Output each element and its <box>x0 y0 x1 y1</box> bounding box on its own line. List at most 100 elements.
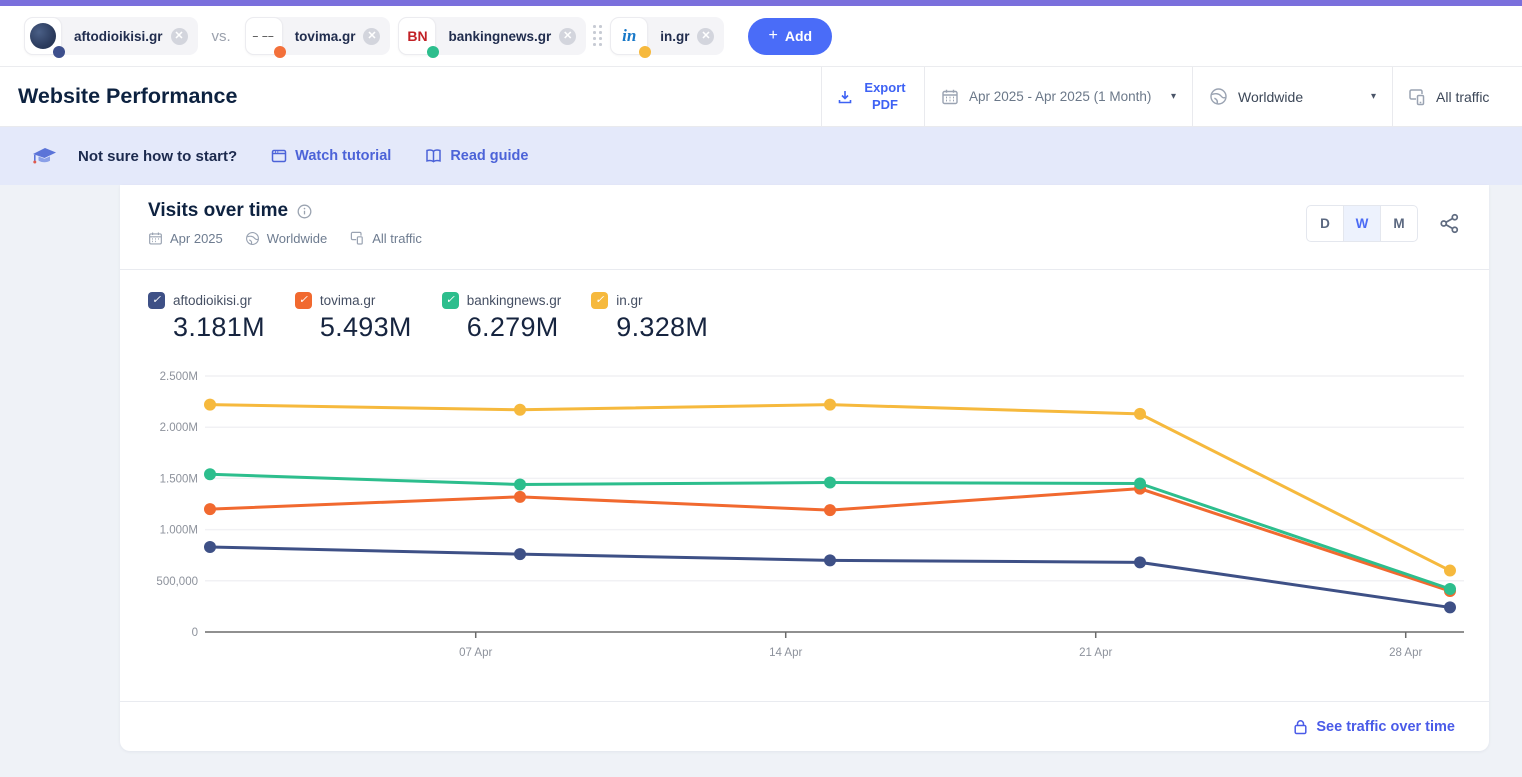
date-range-value: Apr 2025 - Apr 2025 (1 Month) <box>969 89 1161 104</box>
svg-text:2.000M: 2.000M <box>160 422 198 434</box>
export-pdf-label: Export PDF <box>861 80 909 113</box>
book-icon <box>425 148 442 164</box>
traffic-type-selector[interactable]: All traffic <box>1392 67 1522 126</box>
svg-text:1.000M: 1.000M <box>160 525 198 537</box>
granularity-week-button[interactable]: W <box>1343 205 1381 242</box>
series-color-dot <box>427 46 439 58</box>
onboarding-banner: Not sure how to start? Watch tutorial Re… <box>0 127 1522 185</box>
traffic-type-value: All traffic <box>1436 89 1489 105</box>
vs-label: vs. <box>212 28 231 45</box>
series-checkbox[interactable]: ✓ <box>295 292 312 309</box>
in-favicon-icon: in <box>622 26 636 46</box>
granularity-month-button[interactable]: M <box>1380 205 1418 242</box>
drag-handle-icon[interactable] <box>593 25 603 47</box>
svg-text:14 Apr: 14 Apr <box>769 647 802 659</box>
card-footer: See traffic over time <box>120 701 1489 751</box>
chevron-down-icon: ▾ <box>1371 91 1376 102</box>
calendar-icon <box>148 231 163 246</box>
see-traffic-link[interactable]: See traffic over time <box>1293 719 1455 735</box>
plus-icon: + <box>768 27 777 45</box>
site-chip-in[interactable]: in in.gr ✕ <box>610 17 724 55</box>
close-icon[interactable]: ✕ <box>697 28 714 45</box>
series-color-dot <box>274 46 286 58</box>
legend-total-visits: 5.493M <box>320 312 412 343</box>
devices-icon <box>1407 87 1427 107</box>
chevron-down-icon: ▾ <box>1171 91 1176 102</box>
series-checkbox[interactable]: ✓ <box>591 292 608 309</box>
close-icon[interactable]: ✕ <box>363 28 380 45</box>
legend-site-name: aftodioikisi.gr <box>173 293 252 308</box>
add-website-button[interactable]: + Add <box>748 18 832 55</box>
series-color-dot <box>639 46 651 58</box>
graduation-cap-icon <box>30 144 60 168</box>
chart-legend: ✓ aftodioikisi.gr 3.181M ✓ tovima.gr 5.4… <box>120 270 1489 360</box>
watch-tutorial-link[interactable]: Watch tutorial <box>271 148 391 164</box>
card-traffic-filter: All traffic <box>372 231 422 246</box>
site-chip-label: tovima.gr <box>283 29 364 44</box>
legend-item-in[interactable]: ✓ in.gr 9.328M <box>591 292 708 360</box>
legend-item-bankingnews[interactable]: ✓ bankingnews.gr 6.279M <box>442 292 562 360</box>
download-icon <box>837 89 853 105</box>
read-guide-label: Read guide <box>450 148 528 164</box>
close-icon[interactable]: ✕ <box>171 28 188 45</box>
watch-tutorial-label: Watch tutorial <box>295 148 391 164</box>
site-chip-label: in.gr <box>648 29 697 44</box>
svg-text:500,000: 500,000 <box>156 576 198 588</box>
banner-question: Not sure how to start? <box>78 148 237 165</box>
comparison-topbar: aftodioikisi.gr ✕ vs. ‒ ‒‒ tovima.gr ✕ B… <box>0 6 1522 67</box>
globe-favicon-icon <box>30 23 56 49</box>
card-title: Visits over time <box>148 200 288 222</box>
page-title: Website Performance <box>0 67 821 126</box>
see-traffic-label: See traffic over time <box>1316 719 1455 735</box>
card-date-filter: Apr 2025 <box>170 231 223 246</box>
region-value: Worldwide <box>1238 89 1361 105</box>
svg-text:2.500M: 2.500M <box>160 371 198 383</box>
legend-total-visits: 3.181M <box>173 312 265 343</box>
series-checkbox[interactable]: ✓ <box>442 292 459 309</box>
legend-site-name: in.gr <box>616 293 642 308</box>
legend-total-visits: 9.328M <box>616 312 708 343</box>
info-icon[interactable] <box>297 204 312 219</box>
share-button[interactable] <box>1438 212 1461 235</box>
site-chip-aftodioikisi[interactable]: aftodioikisi.gr ✕ <box>24 17 198 55</box>
card-region-filter: Worldwide <box>267 231 327 246</box>
site-favicon: ‒ ‒‒ <box>245 17 283 55</box>
region-selector[interactable]: Worldwide ▾ <box>1192 67 1392 126</box>
visits-over-time-card: Visits over time <box>120 185 1489 751</box>
series-color-dot <box>53 46 65 58</box>
legend-item-tovima[interactable]: ✓ tovima.gr 5.493M <box>295 292 412 360</box>
export-pdf-button[interactable]: Export PDF <box>821 67 924 126</box>
close-icon[interactable]: ✕ <box>559 28 576 45</box>
site-chip-label: aftodioikisi.gr <box>62 29 171 44</box>
series-checkbox[interactable]: ✓ <box>148 292 165 309</box>
calendar-icon <box>941 88 959 106</box>
site-favicon <box>24 17 62 55</box>
date-range-selector[interactable]: Apr 2025 - Apr 2025 (1 Month) ▾ <box>924 67 1192 126</box>
read-guide-link[interactable]: Read guide <box>425 148 528 164</box>
svg-text:21 Apr: 21 Apr <box>1079 647 1112 659</box>
site-favicon: BN <box>398 17 436 55</box>
globe-icon <box>1209 87 1228 106</box>
granularity-day-button[interactable]: D <box>1306 205 1344 242</box>
legend-site-name: bankingnews.gr <box>467 293 562 308</box>
card-header: Visits over time <box>120 185 1489 270</box>
devices-icon <box>349 230 365 246</box>
svg-text:07 Apr: 07 Apr <box>459 647 492 659</box>
globe-icon <box>245 231 260 246</box>
video-tutorial-icon <box>271 148 287 164</box>
bankingnews-favicon-icon: BN <box>407 28 427 44</box>
add-button-label: Add <box>785 28 812 44</box>
line-chart[interactable]: 2.500M 2.000M 1.500M 1.000M 500,000 0 07 Apr 14… <box>120 360 1489 670</box>
page-header: Website Performance Export PDF Apr 2025 … <box>0 67 1522 127</box>
site-chip-bankingnews[interactable]: BN bankingnews.gr ✕ <box>398 17 586 55</box>
legend-item-aftodioikisi[interactable]: ✓ aftodioikisi.gr 3.181M <box>148 292 265 360</box>
lock-icon <box>1293 719 1308 735</box>
svg-text:0: 0 <box>192 627 198 639</box>
granularity-toggle: D W M <box>1306 205 1418 242</box>
svg-text:1.500M: 1.500M <box>160 473 198 485</box>
site-favicon: in <box>610 17 648 55</box>
site-chip-tovima[interactable]: ‒ ‒‒ tovima.gr ✕ <box>245 17 391 55</box>
tovima-favicon-icon: ‒ ‒‒ <box>253 31 275 41</box>
svg-text:28 Apr: 28 Apr <box>1389 647 1422 659</box>
main-content: Visits over time <box>0 185 1522 751</box>
